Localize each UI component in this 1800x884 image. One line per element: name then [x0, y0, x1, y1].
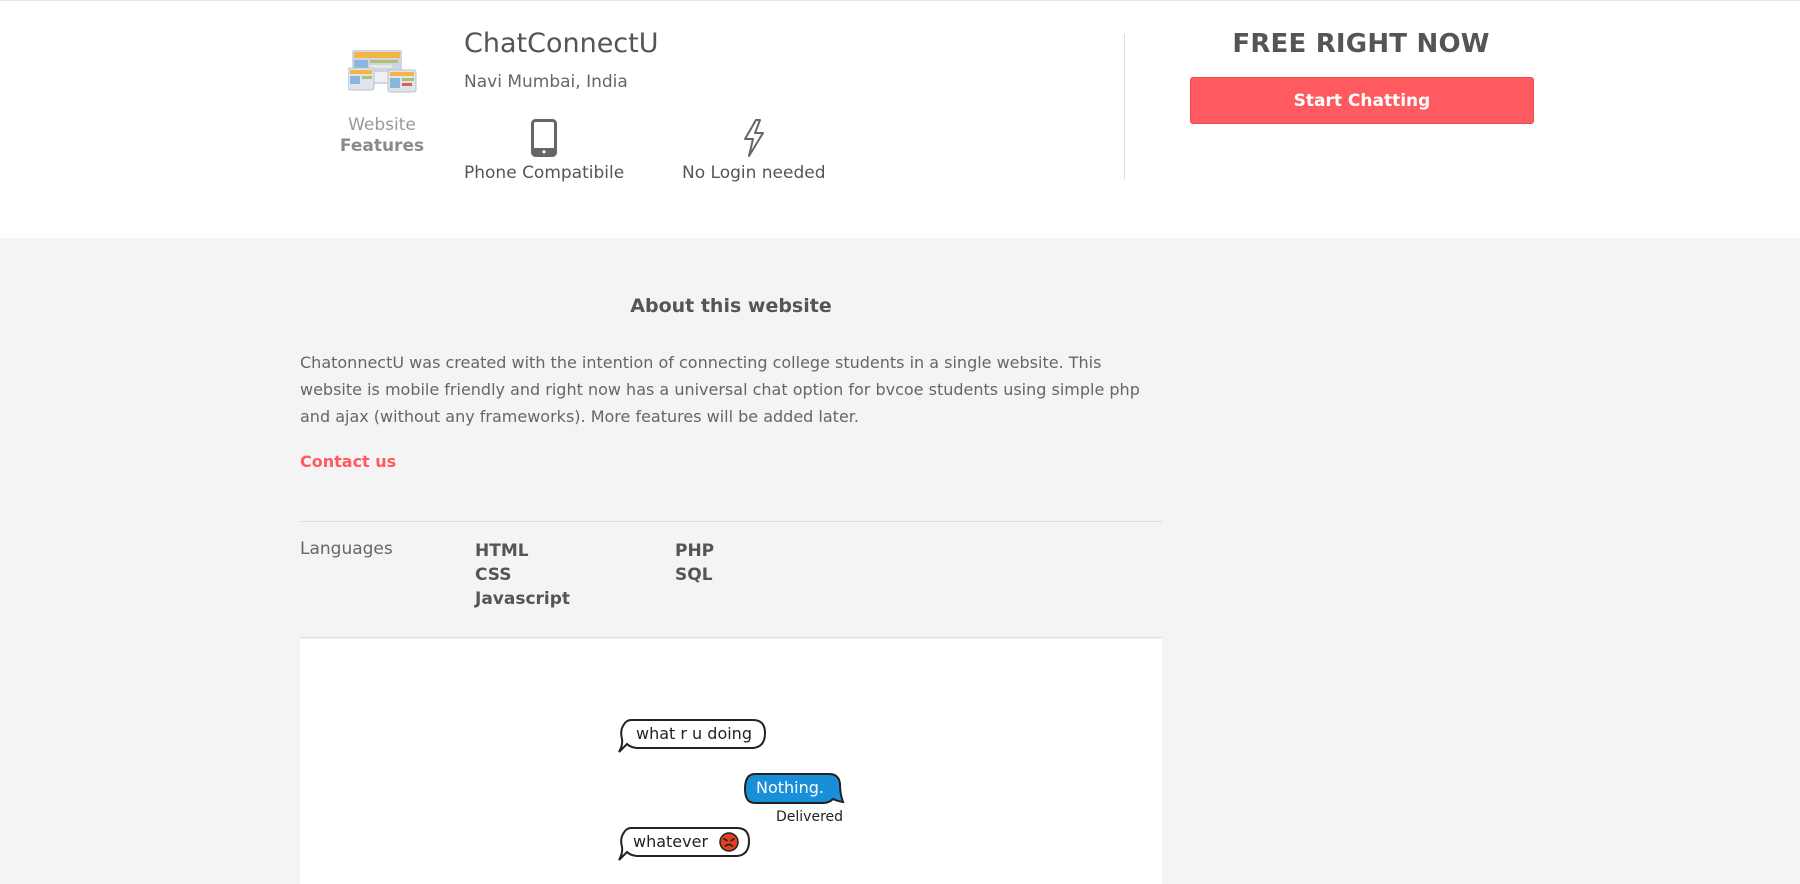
feature-no-login-label: No Login needed [682, 163, 826, 183]
language-item: PHP [675, 541, 715, 561]
chat-preview-image: what r u doing Nothing. Delivered whatev… [300, 639, 1162, 884]
chat-bubble-text: whatever [633, 832, 709, 851]
feature-phone-label: Phone Compatibile [464, 163, 625, 183]
section-divider-top [300, 521, 1162, 522]
language-item: CSS [475, 565, 512, 585]
kind-label: Website Features [330, 115, 434, 157]
lightning-bolt-icon [743, 119, 764, 157]
languages-label: Languages [300, 539, 393, 559]
kind-sub-label: Features [339, 136, 425, 156]
section-divider-bottom [300, 637, 1162, 638]
app-header: Website Features ChatConnectU Navi Mumba… [0, 1, 1800, 238]
header-divider [1124, 34, 1125, 179]
feature-no-login: No Login needed [682, 119, 826, 183]
chat-bubble-text: what r u doing [636, 724, 752, 743]
kind-label-text: Website [348, 115, 416, 135]
language-item: HTML [475, 541, 529, 561]
phone-icon [531, 119, 558, 157]
language-item: SQL [675, 565, 713, 585]
chat-bubble-outgoing: Nothing. [743, 772, 847, 808]
angry-face-icon [719, 832, 739, 852]
about-title: About this website [630, 295, 832, 317]
chat-bubble-incoming: whatever [617, 825, 753, 863]
delivered-status: Delivered [776, 809, 844, 825]
price-label: FREE RIGHT NOW [1232, 29, 1490, 59]
contact-us-link[interactable]: Contact us [300, 452, 396, 471]
language-item: Javascript [475, 589, 571, 609]
languages-column-2: PHP SQL [675, 539, 714, 587]
chat-bubble-text: Nothing. [756, 778, 824, 797]
feature-phone: Phone Compatibile [464, 119, 624, 183]
languages-column-1: HTML CSS Javascript [475, 539, 570, 611]
website-screens-icon [347, 44, 418, 94]
chat-bubble-incoming: what r u doing [617, 717, 769, 755]
about-body: ChatonnectU was created with the intenti… [300, 353, 1140, 426]
app-title: ChatConnectU [464, 28, 659, 59]
start-chatting-button[interactable]: Start Chatting [1190, 77, 1534, 124]
app-location: Navi Mumbai, India [464, 72, 628, 92]
